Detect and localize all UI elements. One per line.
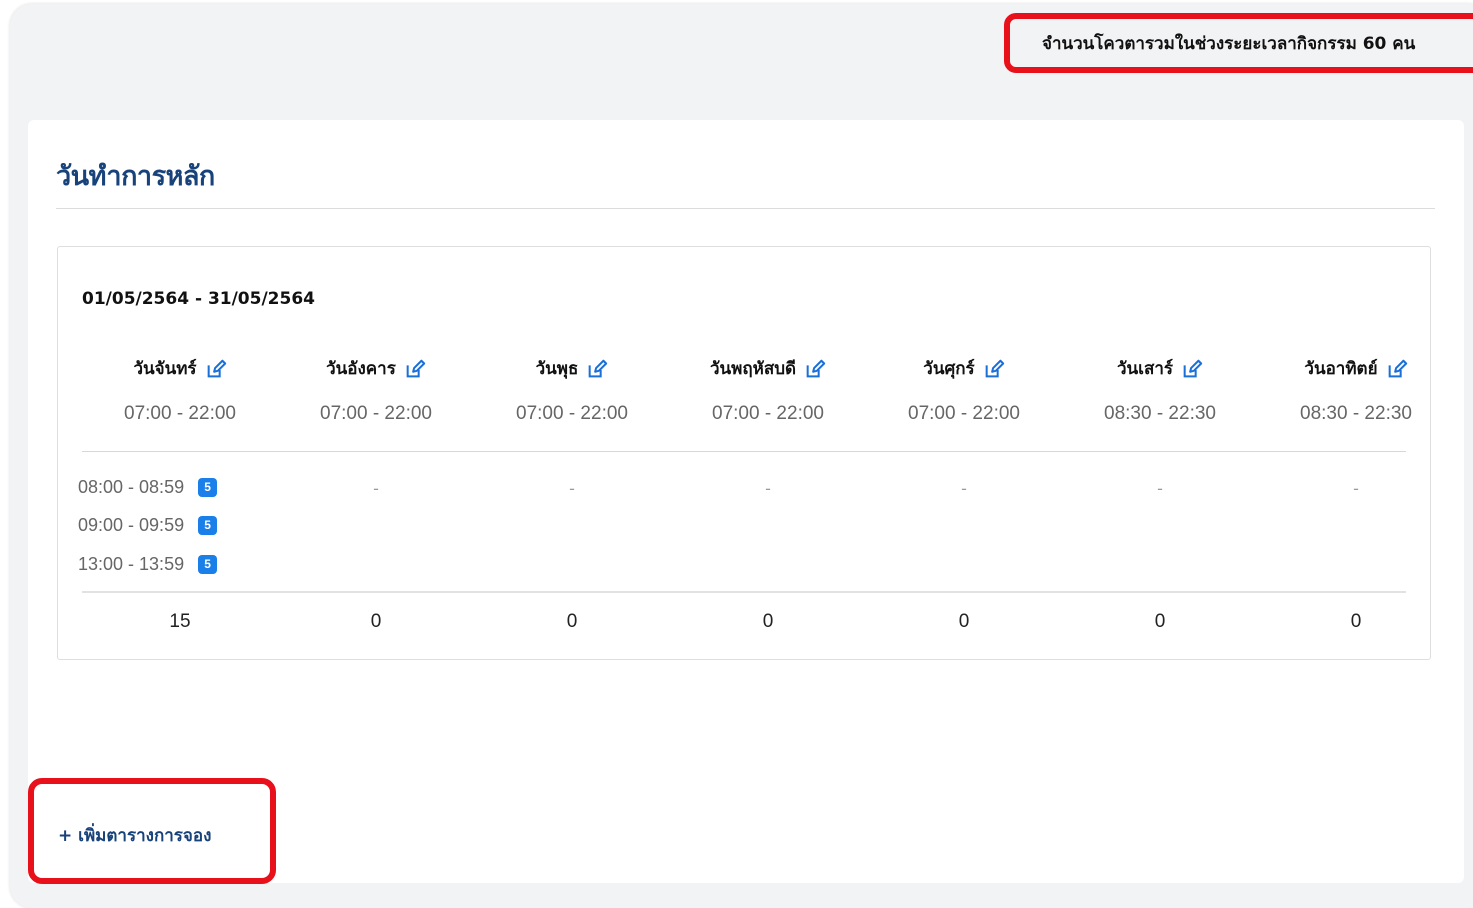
- quota-text: จำนวนโควตารวมในช่วงระยะเวลากิจกรรม 60 คน: [1042, 33, 1416, 54]
- slot-time: 09:00 - 09:59: [78, 515, 185, 535]
- day-name-label: วันจันทร์: [133, 359, 197, 379]
- day-total: 0: [762, 611, 774, 632]
- day-header-sunday: วันอาทิตย์: [1258, 355, 1454, 382]
- add-booking-schedule-label[interactable]: + เพิ่มตารางการจอง: [58, 822, 211, 849]
- day-header-wednesday: วันพุธ: [474, 355, 670, 382]
- day-name-label: วันอังคาร: [326, 359, 396, 379]
- schedule-panel: 01/05/2564 - 31/05/2564 วันจันทร์ วันอัง…: [57, 246, 1431, 660]
- time-slot: 09:00 - 09:59 5: [78, 515, 218, 536]
- empty-slot-dash: -: [961, 479, 967, 498]
- slot-count-badge: 5: [198, 555, 218, 574]
- edit-icon[interactable]: [586, 358, 608, 380]
- day-name-label: วันอาทิตย์: [1304, 359, 1378, 379]
- day-name-label: วันศุกร์: [923, 359, 975, 379]
- quota-summary-banner: จำนวนโควตารวมในช่วงระยะเวลากิจกรรม 60 คน: [1004, 13, 1473, 73]
- date-range: 01/05/2564 - 31/05/2564: [82, 289, 315, 309]
- slot-time: 08:00 - 08:59: [78, 477, 185, 497]
- day-hours: 07:00 - 22:00: [516, 403, 628, 424]
- slot-count-badge: 5: [198, 516, 218, 535]
- edit-icon[interactable]: [804, 358, 826, 380]
- day-hours: 07:00 - 22:00: [712, 403, 824, 424]
- empty-slot-dash: -: [373, 479, 379, 498]
- day-total: 0: [1350, 611, 1362, 632]
- day-total: 0: [1154, 611, 1166, 632]
- day-hours: 07:00 - 22:00: [908, 403, 1020, 424]
- day-header-saturday: วันเสาร์: [1062, 355, 1258, 382]
- day-name-label: วันพุธ: [535, 359, 579, 379]
- edit-icon[interactable]: [205, 358, 227, 380]
- day-hours: 07:00 - 22:00: [124, 403, 236, 424]
- card-title: วันทำการหลัก: [56, 161, 215, 191]
- edit-icon[interactable]: [1386, 358, 1408, 380]
- day-header-friday: วันศุกร์: [866, 355, 1062, 382]
- empty-slot-dash: -: [1353, 479, 1359, 498]
- day-total: 15: [169, 611, 191, 632]
- slot-time: 13:00 - 13:59: [78, 554, 185, 574]
- day-hours: 08:30 - 22:30: [1104, 403, 1216, 424]
- day-total: 0: [958, 611, 970, 632]
- day-name-label: วันเสาร์: [1116, 359, 1174, 379]
- add-booking-schedule-button[interactable]: + เพิ่มตารางการจอง: [28, 778, 276, 884]
- day-hours: 07:00 - 22:00: [320, 403, 432, 424]
- time-slot: 13:00 - 13:59 5: [78, 554, 218, 575]
- empty-slot-dash: -: [569, 479, 575, 498]
- empty-slot-dash: -: [1157, 479, 1163, 498]
- empty-slot-dash: -: [765, 479, 771, 498]
- edit-icon[interactable]: [983, 358, 1005, 380]
- slot-count-badge: 5: [198, 478, 218, 497]
- main-working-days-card: วันทำการหลัก 01/05/2564 - 31/05/2564 วัน…: [28, 120, 1464, 883]
- day-header-monday: วันจันทร์: [82, 355, 278, 382]
- day-total: 0: [566, 611, 578, 632]
- day-header-tuesday: วันอังคาร: [278, 355, 474, 382]
- day-total: 0: [370, 611, 382, 632]
- day-hours: 08:30 - 22:30: [1300, 403, 1412, 424]
- day-name-label: วันพฤหัสบดี: [709, 359, 797, 379]
- time-slot: 08:00 - 08:59 5: [78, 477, 218, 498]
- header-divider: [82, 451, 1406, 452]
- totals-divider: [82, 591, 1406, 593]
- edit-icon[interactable]: [404, 358, 426, 380]
- edit-icon[interactable]: [1181, 358, 1203, 380]
- day-header-thursday: วันพฤหัสบดี: [670, 355, 866, 382]
- title-divider: [56, 208, 1435, 209]
